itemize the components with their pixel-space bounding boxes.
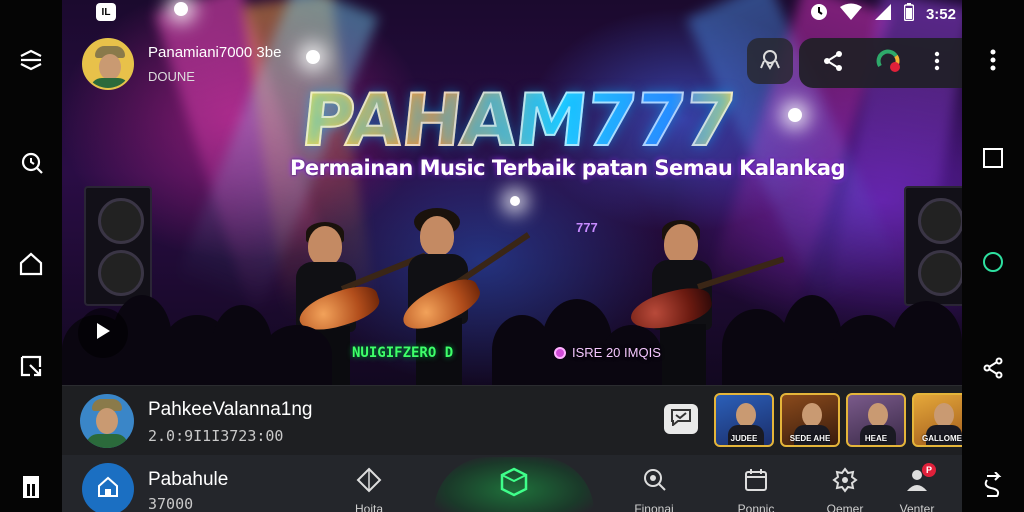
nav-label: Oemer [826,502,864,512]
home-sub: 37000 [148,495,194,512]
home-icon [96,475,120,504]
pink-badge: ISRE 20 IMQIS [554,345,661,360]
more-vert-icon[interactable] [934,51,940,76]
system-nav-left [0,0,62,512]
notification-app-icon: IL [96,3,116,21]
calendar-icon [743,467,769,498]
thumbnail[interactable]: SEDE AHE [780,393,840,447]
stage-light [510,196,520,206]
screenshot-icon[interactable] [15,350,47,382]
nav-label: Hoita [354,502,383,512]
settings-icon [832,467,858,498]
thumbnail[interactable]: HEAE [846,393,906,447]
cast-button[interactable] [747,38,793,84]
diamond-icon [356,467,382,498]
video-player: PAHAM777 Permainan Music Terbaik patan S… [62,0,962,512]
clock: 3:52 [925,6,956,23]
status-bar: IL 3:52 [62,0,962,26]
thumbnail[interactable]: GALLOME [912,393,962,447]
avatar[interactable] [82,38,134,90]
home-label[interactable]: Pabahule [148,469,228,491]
search-icon [641,467,667,498]
back-swipe-icon[interactable] [15,44,47,76]
nav-item-oemer[interactable]: Oemer [810,455,880,512]
chat-button[interactable] [664,404,698,434]
swap-icon[interactable] [977,470,1009,502]
battery-icon [903,3,915,26]
share-icon[interactable] [821,49,845,78]
pink-badge-text: ISRE 20 IMQIS [572,345,661,360]
play-button[interactable] [78,308,128,358]
thumbnail[interactable]: JUDEE [714,393,774,447]
nav-label: Finonai [634,502,674,512]
nav-item-hoita[interactable]: Hoita [334,455,404,512]
channel-sub: DOUNE [148,69,195,84]
channel-header[interactable]: Panamiani7000 3be DOUNE [82,38,281,90]
nav-item-ponnic[interactable]: Ponnic [721,455,791,512]
nav-item-venter[interactable]: P Venter [882,455,952,512]
nav-label: Ponnic [737,502,775,512]
notification-badge: P [922,463,936,477]
thumbnail-label: JUDEE [730,434,758,443]
chat-icon [670,408,692,431]
nav-item-finonai[interactable]: Finonai [619,455,689,512]
storage-icon[interactable] [15,470,47,502]
home-outline-icon[interactable] [15,248,47,280]
profile-icon: P [904,463,936,498]
recents-square-icon[interactable] [977,142,1009,174]
hero-mini-label: 777 [576,220,598,235]
profile-icon[interactable] [876,48,902,79]
share-icon[interactable] [977,352,1009,384]
video-title[interactable]: PahkeeValanna1ng [148,399,312,421]
thumbnail-label: HEAE [864,434,888,443]
rotate-icon[interactable] [15,146,47,178]
nav-item-center[interactable] [434,457,594,512]
wifi-icon [839,3,862,26]
system-nav-right [962,0,1024,512]
thumbnail-label: SEDE AHE [789,434,831,443]
home-button[interactable] [82,463,134,512]
video-meta: 2.0:9I1I3723:00 [148,427,284,445]
play-icon [95,322,111,345]
bottom-nav: Pabahule 37000 Hoita Finonai Ponnic Oeme… [62,455,962,512]
thumbnail-label: GALLOME [922,434,962,443]
hero-tagline: Permainan Music Terbaik patan Semau Kala… [290,156,846,180]
crowd [62,275,962,385]
cube-icon [498,466,530,503]
nav-label: Venter [899,502,935,512]
avatar[interactable] [80,394,134,448]
overlay-actions [799,38,962,88]
channel-name[interactable]: Panamiani7000 3be [148,44,281,61]
related-thumbnails: JUDEE SEDE AHE HEAE GALLOME [714,393,962,447]
stage-light [788,108,802,122]
signal-icon [874,3,892,26]
record-dot-icon [554,346,566,359]
stage-light [306,50,320,64]
alarm-icon [810,3,828,26]
green-badge: NUIGIFZERO D [352,345,454,361]
cast-icon [757,46,783,77]
more-vert-icon[interactable] [977,44,1009,76]
video-info-row: PahkeeValanna1ng 2.0:9I1I3723:00 JUDEE S… [62,385,962,455]
brand-logo: PAHAM777 [297,77,740,163]
home-circle-icon[interactable] [977,246,1009,278]
